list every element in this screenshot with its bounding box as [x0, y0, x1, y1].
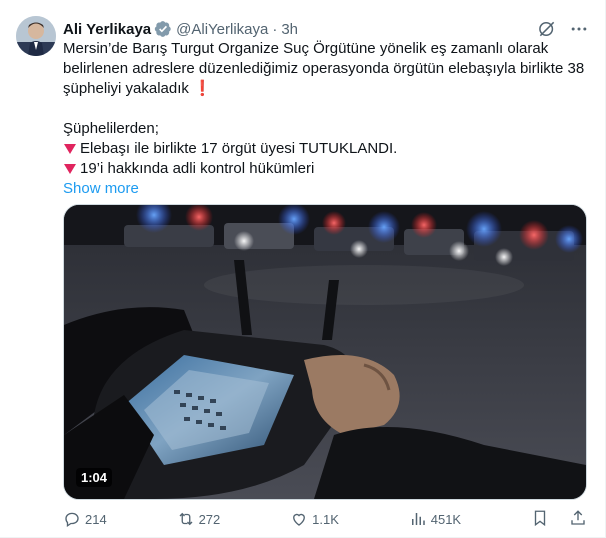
tweet-line: Mersin’de Barış Turgut Organize Suç Örgü…: [63, 40, 549, 57]
avatar[interactable]: [16, 16, 56, 56]
tweet-line: belirlenen adreslere düzenlediğimiz oper…: [63, 60, 585, 77]
reply-count: 214: [85, 511, 107, 527]
repost-icon: [179, 512, 193, 526]
more-icon[interactable]: [569, 19, 589, 39]
bookmark-button[interactable]: [531, 509, 549, 530]
views-icon: [411, 513, 425, 525]
share-icon: [571, 509, 585, 525]
red-triangle-icon: [64, 163, 76, 174]
views-button[interactable]: 451K: [409, 510, 461, 528]
video-player[interactable]: 1:04: [63, 204, 587, 500]
red-triangle-icon: [64, 143, 76, 154]
video-duration: 1:04: [76, 468, 113, 487]
tweet-line-last: şüpheliyi yakaladık ❗: [63, 79, 587, 99]
author-handle[interactable]: @AliYerlikaya: [176, 21, 268, 38]
repost-button[interactable]: 272: [177, 510, 221, 528]
reply-icon: [65, 512, 79, 528]
exclamation-emoji: ❗: [193, 80, 212, 97]
repost-count: 272: [198, 511, 221, 527]
tweet-header: Ali Yerlikaya @AliYerlikaya · 3h: [63, 18, 589, 40]
subheading: Şüphelilerden;: [63, 120, 159, 137]
share-button[interactable]: [569, 509, 587, 530]
bullet-text: 19’i hakkında adli kontrol hükümleri: [80, 160, 315, 177]
like-button[interactable]: 1.1K: [290, 510, 339, 528]
author-name[interactable]: Ali Yerlikaya: [63, 21, 151, 38]
separator-dot: ·: [272, 20, 278, 38]
bookmark-icon: [534, 510, 546, 526]
tweet-text: Mersin’de Barış Turgut Organize Suç Örgü…: [63, 39, 587, 199]
bullet-text: Elebaşı ile birlikte 17 örgüt üyesi TUTU…: [80, 140, 398, 157]
video-thumbnail: [64, 205, 586, 499]
show-more-link[interactable]: Show more: [63, 179, 139, 199]
like-count: 1.1K: [312, 511, 339, 527]
bullet-item: Elebaşı ile birlikte 17 örgüt üyesi TUTU…: [63, 139, 587, 159]
views-count: 451K: [430, 511, 462, 527]
timestamp[interactable]: 3h: [281, 21, 298, 38]
action-bar: 214 272 1.1K 451K: [63, 507, 587, 531]
tweet[interactable]: Ali Yerlikaya @AliYerlikaya · 3h Mersin’…: [0, 0, 606, 538]
bullet-item: 19’i hakkında adli kontrol hükümleri: [63, 159, 587, 179]
verified-badge-icon: [154, 20, 172, 38]
tweet-line: şüpheliyi yakaladık: [63, 80, 189, 97]
reply-button[interactable]: 214: [63, 510, 107, 528]
like-icon: [293, 513, 306, 526]
grok-icon[interactable]: [537, 19, 557, 39]
